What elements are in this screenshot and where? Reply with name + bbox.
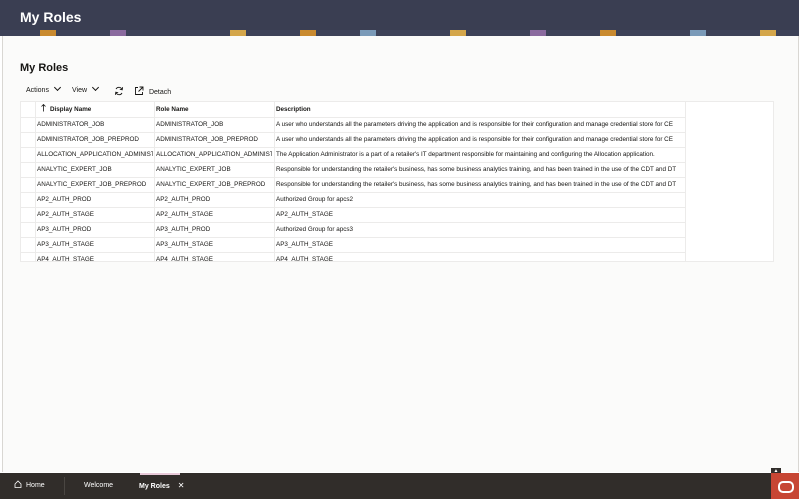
tab-my-roles-label: My Roles [139, 483, 170, 490]
column-header-description[interactable]: Description [276, 102, 681, 117]
table-row[interactable]: ANALYTIC_EXPERT_JOB_PREPROD ANALYTIC_EXP… [21, 177, 685, 193]
column-header-label: Display Name [50, 106, 92, 113]
role-name-cell: AP3_AUTH_STAGE [156, 241, 213, 248]
chevron-down-icon [53, 83, 62, 92]
tab-home-label: Home [26, 482, 45, 489]
display-name-cell: AP4_AUTH_STAGE [37, 256, 94, 262]
description-cell: The Application Administrator is a part … [276, 151, 655, 158]
sort-ascending-icon [41, 103, 46, 112]
description-cell: Authorized Group for apcs2 [276, 196, 354, 203]
display-name-cell: AP3_AUTH_STAGE [37, 241, 94, 248]
table-header-row: Display Name Role Name Description [21, 102, 685, 118]
chevron-down-icon [92, 83, 100, 92]
home-icon [14, 480, 22, 488]
description-cell: Responsible for understanding the retail… [276, 166, 677, 173]
role-name-cell: AP4_AUTH_STAGE [156, 256, 213, 262]
table-row[interactable]: AP4_AUTH_STAGE AP4_AUTH_STAGE AP4_AUTH_S… [21, 252, 685, 262]
display-name-cell: ADMINISTRATOR_JOB [37, 121, 105, 128]
tab-home[interactable]: Home [14, 473, 45, 499]
table-row[interactable]: AP2_AUTH_PROD AP2_AUTH_PROD Authorized G… [21, 192, 685, 208]
bottom-tab-bar: Home Welcome My Roles ✕ [0, 473, 799, 499]
app-window: My Roles My Roles Actions View Detach Di… [0, 0, 799, 499]
display-name-cell: ANALYTIC_EXPERT_JOB [37, 166, 112, 173]
roles-table: Display Name Role Name Description ADMIN… [20, 101, 774, 262]
role-name-cell: ADMINISTRATOR_JOB [156, 121, 224, 128]
table-row[interactable]: ADMINISTRATOR_JOB ADMINISTRATOR_JOB A us… [21, 117, 685, 133]
detach-button[interactable]: Detach [134, 84, 171, 98]
role-name-cell: AP2_AUTH_STAGE [156, 211, 213, 218]
role-name-cell: AP3_AUTH_PROD [156, 226, 211, 233]
actions-menu[interactable]: Actions [26, 83, 62, 98]
actions-label: Actions [26, 87, 49, 94]
tab-divider [64, 477, 65, 495]
column-divider [685, 102, 686, 261]
header-title: My Roles [20, 9, 82, 25]
view-label: View [72, 87, 88, 94]
view-menu[interactable]: View [72, 83, 100, 98]
table-row[interactable]: ALLOCATION_APPLICATION_ADMINISTI ALLOCAT… [21, 147, 685, 163]
display-name-cell: ADMINISTRATOR_JOB_PREPROD [37, 136, 139, 143]
detach-icon [135, 86, 144, 95]
display-name-cell: AP2_AUTH_STAGE [37, 211, 94, 218]
oracle-assistant-button[interactable] [771, 473, 799, 499]
description-cell: A user who understands all the parameter… [276, 121, 673, 128]
role-name-cell: ALLOCATION_APPLICATION_ADMINISTI [156, 151, 272, 158]
display-name-cell: AP3_AUTH_PROD [37, 226, 92, 233]
description-cell: AP2_AUTH_STAGE [276, 211, 333, 218]
close-icon[interactable]: ✕ [178, 481, 185, 490]
display-name-cell: ALLOCATION_APPLICATION_ADMINISTI [37, 151, 153, 158]
tab-my-roles[interactable]: My Roles ✕ [139, 473, 184, 499]
table-row[interactable]: ANALYTIC_EXPERT_JOB ANALYTIC_EXPERT_JOB … [21, 162, 685, 178]
role-name-cell: ADMINISTRATOR_JOB_PREPROD [156, 136, 258, 143]
display-name-cell: ANALYTIC_EXPERT_JOB_PREPROD [37, 181, 147, 188]
table-row[interactable]: AP3_AUTH_STAGE AP3_AUTH_STAGE AP3_AUTH_S… [21, 237, 685, 253]
page-header: My Roles [0, 0, 799, 34]
description-cell: AP3_AUTH_STAGE [276, 241, 333, 248]
refresh-button[interactable] [114, 84, 124, 98]
refresh-icon [114, 86, 124, 96]
display-name-cell: AP2_AUTH_PROD [37, 196, 92, 203]
role-name-cell: AP2_AUTH_PROD [156, 196, 211, 203]
description-cell: A user who understands all the parameter… [276, 136, 673, 143]
description-cell: AP4_AUTH_STAGE [276, 256, 333, 262]
column-header-role-name[interactable]: Role Name [156, 102, 272, 117]
column-header-display-name[interactable]: Display Name [41, 102, 153, 117]
role-name-cell: ANALYTIC_EXPERT_JOB [156, 166, 231, 173]
detach-label: Detach [148, 89, 172, 96]
description-cell: Authorized Group for apcs3 [276, 226, 354, 233]
table-row[interactable]: AP3_AUTH_PROD AP3_AUTH_PROD Authorized G… [21, 222, 685, 238]
table-row[interactable]: AP2_AUTH_STAGE AP2_AUTH_STAGE AP2_AUTH_S… [21, 207, 685, 223]
page-title: My Roles [20, 62, 69, 74]
table-row[interactable]: ADMINISTRATOR_JOB_PREPROD ADMINISTRATOR_… [21, 132, 685, 148]
oracle-logo-icon [778, 481, 794, 493]
tab-welcome[interactable]: Welcome [84, 473, 113, 499]
role-name-cell: ANALYTIC_EXPERT_JOB_PREPROD [156, 181, 266, 188]
description-cell: Responsible for understanding the retail… [276, 181, 677, 188]
